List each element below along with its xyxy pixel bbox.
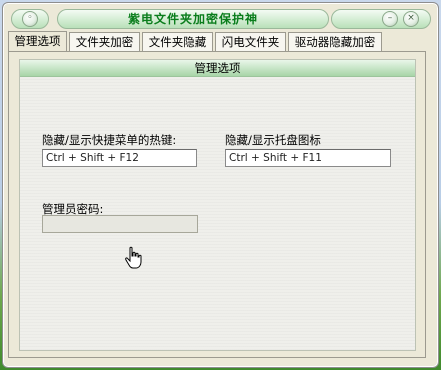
tab-admin-options[interactable]: 管理选项: [8, 31, 67, 52]
admin-password-field[interactable]: [42, 215, 198, 233]
hand-pointer-icon: [125, 246, 142, 269]
system-menu-button[interactable]: ◦: [22, 11, 38, 27]
title-pill: 紫电文件夹加密保护神: [57, 9, 329, 29]
window-controls: – ×: [331, 9, 431, 29]
title-bar: ◦ 紫电文件夹加密保护神 – ×: [3, 3, 438, 35]
hotkey-menu-label: 隐藏/显示快捷菜单的热键:: [42, 133, 177, 147]
minimize-button[interactable]: –: [382, 11, 398, 27]
admin-options-group: 管理选项 隐藏/显示快捷菜单的热键: Ctrl + Shift + F12 隐藏…: [19, 59, 416, 351]
group-header: 管理选项: [20, 60, 415, 77]
tab-folder-hide[interactable]: 文件夹隐藏: [142, 32, 213, 51]
tab-flash-folder[interactable]: 闪电文件夹: [215, 32, 286, 51]
system-menu-pill: ◦: [11, 9, 49, 29]
tab-folder-encrypt[interactable]: 文件夹加密: [69, 32, 140, 51]
close-button[interactable]: ×: [403, 11, 419, 27]
hotkey-menu-field[interactable]: Ctrl + Shift + F12: [42, 149, 197, 167]
window-title: 紫电文件夹加密保护神: [127, 12, 258, 26]
hotkey-tray-label: 隐藏/显示托盘图标: [225, 133, 321, 147]
tab-drive-hide-encrypt[interactable]: 驱动器隐藏加密: [288, 32, 382, 51]
hotkey-tray-field[interactable]: Ctrl + Shift + F11: [225, 149, 391, 167]
